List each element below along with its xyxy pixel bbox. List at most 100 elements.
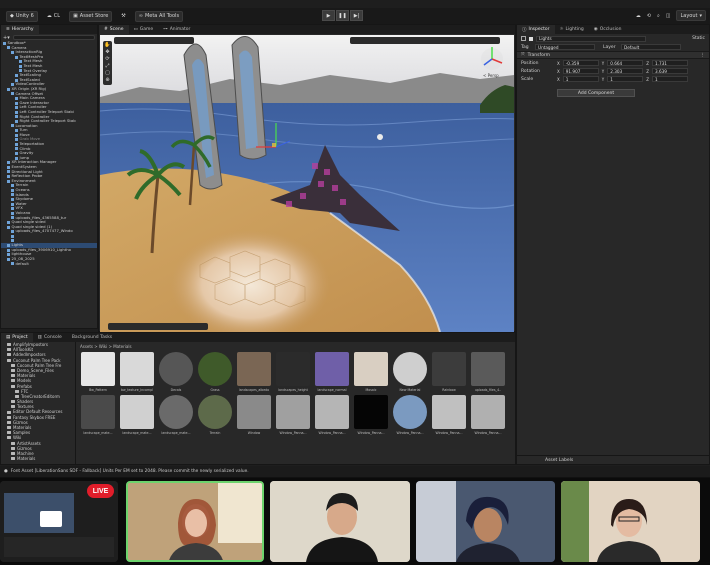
layers-icon[interactable]: ◫: [666, 13, 671, 19]
light-gizmo[interactable]: [377, 134, 383, 140]
rotation-z-field[interactable]: 3.639: [651, 68, 688, 74]
scene-bottom-toolbar[interactable]: [108, 323, 208, 330]
asset-thumbnail[interactable]: [432, 395, 466, 429]
layer-dropdown[interactable]: Default: [621, 44, 681, 50]
scale-y-field[interactable]: 1: [607, 76, 644, 82]
tab-game[interactable]: ▭ Game: [129, 25, 159, 34]
asset-thumbnail[interactable]: [81, 395, 115, 429]
asset-thumbnail[interactable]: [198, 395, 232, 429]
move-tool-icon[interactable]: ✥: [105, 49, 109, 55]
static-toggle[interactable]: Static: [692, 36, 705, 41]
position-x-field[interactable]: -0.359: [562, 60, 599, 66]
asset-labels-bar[interactable]: Asset Labels: [517, 455, 709, 464]
asset-thumbnail[interactable]: [393, 352, 427, 386]
asset-thumbnail[interactable]: [159, 395, 193, 429]
layout-dropdown[interactable]: Layout ▾: [676, 10, 706, 21]
asset-label: landscape_normal: [317, 388, 347, 392]
asset-label: uploads_files_4..: [474, 388, 502, 392]
gameobject-icon: [15, 73, 18, 77]
asset-label: New Material: [399, 388, 421, 392]
hand-tool-icon[interactable]: ✋: [104, 42, 110, 48]
active-checkbox[interactable]: [529, 36, 533, 41]
history-icon[interactable]: ⟲: [647, 13, 651, 19]
rect-tool-icon[interactable]: ▢: [105, 70, 110, 76]
asset-thumbnail[interactable]: [276, 352, 310, 386]
asset-thumbnail[interactable]: [81, 352, 115, 386]
breadcrumb[interactable]: Assets > Wiki > Materials: [77, 342, 516, 350]
transform-header[interactable]: ⤧ Transform ⋮: [517, 51, 709, 59]
gameobject-icon: [7, 165, 10, 169]
participant-video-1: [128, 483, 262, 560]
scene-overlay-left[interactable]: [114, 37, 194, 44]
search-icon[interactable]: ⌕: [657, 13, 660, 19]
tab-scene[interactable]: # Scene: [99, 25, 129, 34]
scale-x-field[interactable]: 1: [562, 76, 599, 82]
asset-thumbnail[interactable]: [120, 352, 154, 386]
folder-icon: [7, 431, 11, 435]
tab-lighting[interactable]: ☼ Lighting: [555, 25, 589, 34]
cloud-button[interactable]: ☁ CL: [44, 11, 63, 22]
asset-thumbnail[interactable]: [393, 395, 427, 429]
asset-thumbnail[interactable]: [237, 352, 271, 386]
tab-animator[interactable]: ⊶ Animator: [158, 25, 195, 34]
gameobject-icon: [3, 41, 6, 45]
asset-thumbnail[interactable]: [432, 352, 466, 386]
scene-viewport[interactable]: < Persp ✋ ✥ ⟳ ⤢ ▢ ⊕: [100, 35, 514, 332]
asset-thumbnail[interactable]: [354, 395, 388, 429]
add-component-button[interactable]: Add Component: [557, 89, 635, 97]
position-z-field[interactable]: 1.731: [651, 60, 688, 66]
transform-tool-icon[interactable]: ⊕: [105, 77, 109, 83]
participant-tile-2[interactable]: [270, 481, 410, 562]
participant-tile-1[interactable]: [126, 481, 264, 562]
step-button[interactable]: ▶|: [350, 10, 363, 21]
asset-thumbnail[interactable]: [237, 395, 271, 429]
unity-logo-icon: ◆: [10, 13, 14, 19]
object-name-field[interactable]: Lights: [536, 35, 646, 42]
participant-tile-3[interactable]: [416, 481, 555, 562]
gameobject-icon: [11, 83, 14, 87]
folder-icon: [7, 358, 11, 362]
asset-thumbnail[interactable]: [315, 395, 349, 429]
account-button[interactable]: ◆ Unity 6: [6, 10, 38, 22]
asset-thumbnail[interactable]: [198, 352, 232, 386]
play-button[interactable]: ▶: [322, 10, 335, 21]
tab-project[interactable]: ▤ Project: [1, 333, 33, 342]
meta-tools-button[interactable]: ∞ Meta All Tools: [134, 10, 184, 22]
participant-tile-4[interactable]: [561, 481, 700, 562]
tab-label: Game: [139, 27, 154, 32]
position-y-field[interactable]: 0.664: [607, 60, 644, 66]
component-menu-icon[interactable]: ⋮: [701, 53, 706, 58]
persp-label[interactable]: < Persp: [483, 73, 499, 78]
hierarchy-search-input[interactable]: [12, 35, 95, 40]
add-icon[interactable]: +▾: [3, 35, 10, 41]
project-folder-row[interactable]: Materials: [1, 456, 75, 461]
scale-tool-icon[interactable]: ⤢: [105, 63, 109, 69]
tag-dropdown[interactable]: Untagged: [535, 44, 595, 50]
asset-thumbnail[interactable]: [120, 395, 154, 429]
status-message[interactable]: Font Asset [LiberationSans SDF - Fallbac…: [11, 469, 249, 474]
rotation-x-field[interactable]: 91.907: [562, 68, 599, 74]
tab-console[interactable]: ▥ Console: [33, 333, 67, 342]
asset-thumbnail[interactable]: [471, 352, 505, 386]
rotate-tool-icon[interactable]: ⟳: [105, 56, 109, 62]
tab-background-tasks[interactable]: Background Tasks: [67, 333, 117, 342]
asset-thumbnail[interactable]: [315, 352, 349, 386]
asset-thumbnail[interactable]: [276, 395, 310, 429]
asset-thumbnail[interactable]: [354, 352, 388, 386]
rotation-y-field[interactable]: 2.303: [607, 68, 644, 74]
pause-button[interactable]: ❚❚: [336, 10, 349, 21]
asset-store-button[interactable]: ▣ Asset Store: [69, 10, 113, 22]
asset-thumbnail[interactable]: [159, 352, 193, 386]
cloud-sync-icon[interactable]: ☁: [636, 13, 641, 19]
tab-hierarchy[interactable]: ≡ Hierarchy: [1, 25, 39, 34]
tools-icon-button[interactable]: ⚒: [118, 11, 128, 22]
tab-inspector[interactable]: ⓘ Inspector: [517, 25, 555, 34]
grid-icon: #: [104, 27, 108, 32]
scale-z-field[interactable]: 1: [651, 76, 688, 82]
folder-icon: [11, 374, 15, 378]
asset-labels-label: Asset Labels: [545, 457, 574, 463]
asset-thumbnail[interactable]: [471, 395, 505, 429]
tab-occlusion[interactable]: ◉ Occlusion: [589, 25, 627, 34]
hierarchy-row[interactable]: default: [1, 262, 97, 267]
scene-overlay-right[interactable]: [350, 37, 500, 44]
